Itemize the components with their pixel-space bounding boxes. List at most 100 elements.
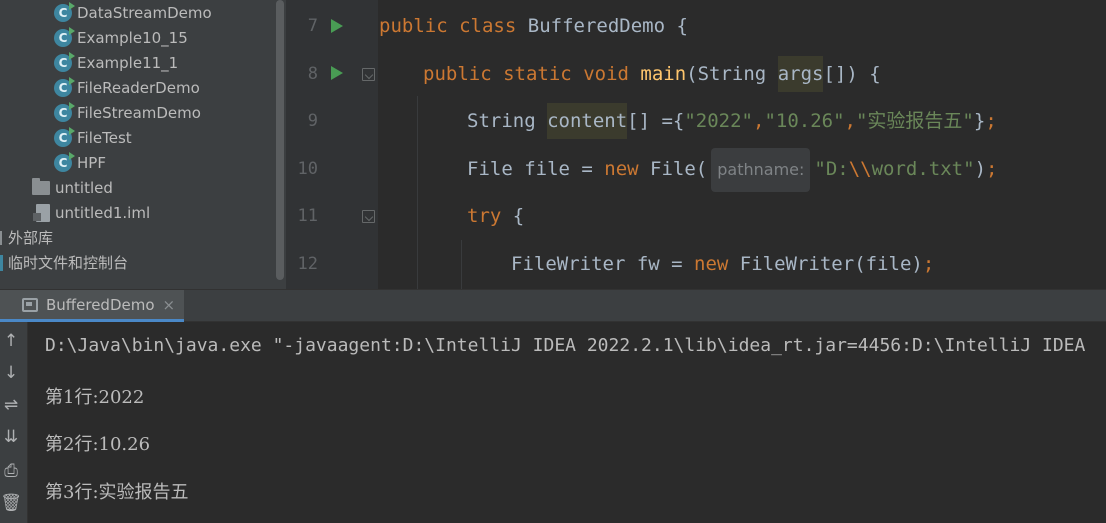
code-token: { [501,205,525,227]
tree-item-label: Example11_1 [77,53,179,72]
run-tab-buffereddemo[interactable]: BufferedDemo × [0,290,184,322]
string-literal: word.txt" [871,158,975,180]
console-output[interactable]: D:\Java\bin\java.exe "-javaagent:D:\Inte… [29,322,1106,523]
code-token: new [604,158,639,180]
code-token: { [676,15,688,37]
code-line-7: public class BufferedDemo { [379,2,688,50]
console-output-line: 第1行:2022 [45,387,145,408]
code-token: , [753,110,765,132]
fold-icon[interactable] [362,210,375,223]
code-token: void [583,63,629,85]
code-line-9: String content[] ={"2022","10.26","实验报告五… [467,97,997,145]
folder-icon [32,177,50,195]
code-token: ; [985,110,997,132]
line-number: 11 [297,206,318,226]
run-main-icon[interactable] [331,66,343,80]
console-icon [22,297,38,312]
code-token: FileWriter fw = [511,253,695,275]
escape-sequence: \\ [848,158,872,180]
tree-item-label: 外部库 [8,229,54,247]
code-token: , [844,110,856,132]
tree-item-hpf[interactable]: HPF [0,150,272,175]
code-token: new [694,253,729,275]
scroll-down-icon[interactable]: ↓ [0,362,22,384]
code-token: public [379,15,448,37]
java-class-icon [54,1,75,22]
run-tab-bar: BufferedDemo × [0,289,1106,322]
parameter-hint: pathname: [711,147,811,192]
tree-item-datastreamdemo[interactable]: DataStreamDemo [0,0,272,25]
code-line-8: public static void main(String args[]) { [423,50,881,98]
line-number: 9 [307,111,318,131]
code-token: [] ={ [627,110,685,132]
scroll-to-end-icon[interactable]: ⇊ [0,426,22,448]
soft-wrap-icon[interactable]: ⇌ [0,394,22,416]
tree-item-untitled1-iml[interactable]: untitled1.iml [0,200,272,225]
code-token: public [423,63,492,85]
code-token: []) { [823,63,881,85]
code-token: (String [686,63,778,85]
code-token: BufferedDemo [527,15,666,37]
code-token: String [467,110,548,132]
java-class-icon [54,51,75,72]
line-number: 7 [307,16,318,36]
run-tab-label: BufferedDemo [46,295,155,314]
java-class-icon [54,151,75,172]
string-literal: "2022" [684,110,753,132]
tree-scrollbar[interactable] [276,0,284,280]
project-tree-panel: DataStreamDemo Example10_15 Example11_1 … [0,0,286,289]
tree-item-label: untitled [55,178,113,197]
tree-item-label: untitled1.iml [55,203,151,222]
tree-item-filereaderdemo[interactable]: FileReaderDemo [0,75,272,100]
code-line-10: File file = new File(pathname: "D:\\word.… [467,145,997,193]
code-token-highlighted: args [777,56,824,92]
tree-item-label: Example10_15 [77,28,188,47]
scroll-up-icon[interactable]: ↑ [0,330,22,352]
string-literal: "10.26" [764,110,845,132]
code-token: } [973,110,986,132]
tree-item-label: 临时文件和控制台 [8,254,129,272]
line-number: 8 [307,64,318,84]
string-literal: "实验报告五" [855,110,974,132]
tree-item-external-libraries[interactable]: 外部库 [0,225,272,250]
string-literal: "D: [814,158,849,180]
indent-guide [461,240,462,289]
code-editor[interactable]: 7 8 9 10 11 12 public class BufferedDemo… [286,0,1106,289]
tree-item-label: DataStreamDemo [77,3,212,22]
code-line-11: try { [467,192,524,240]
trash-icon[interactable]: 🗑 [0,492,22,514]
code-token: File file = [467,158,605,180]
code-token: ) [974,158,987,180]
tree-item-label: FileTest [77,128,132,147]
tree-item-label: FileReaderDemo [77,78,200,97]
close-icon[interactable]: × [163,296,176,314]
editor-gutter: 7 8 9 10 11 12 [286,0,378,289]
module-file-icon [33,203,50,222]
scratch-icon [0,254,4,271]
tree-item-untitled-folder[interactable]: untitled [0,175,272,200]
console-output-line: 第3行:实验报告五 [45,482,189,503]
code-token: main [640,63,687,85]
print-icon[interactable]: ⎙ [0,460,22,482]
fold-icon[interactable] [362,68,375,81]
code-token: ; [986,158,998,180]
tree-item-label: HPF [77,153,106,172]
tree-item-filetest[interactable]: FileTest [0,125,272,150]
run-class-icon[interactable] [331,19,343,33]
code-token: class [459,15,517,37]
code-token: try [467,205,502,227]
tree-item-label: FileStreamDemo [77,103,201,122]
tree-item-scratches-consoles[interactable]: 临时文件和控制台 [0,250,272,275]
java-class-icon [54,126,75,147]
java-class-icon [54,76,75,97]
java-class-icon [54,26,75,47]
run-toolbar: ↑ ↓ ⇌ ⇊ ⎙ 🗑 [0,322,28,523]
tree-item-example10-15[interactable]: Example10_15 [0,25,272,50]
code-token-highlighted: content [547,103,628,139]
console-output-line: 第2行:10.26 [45,434,151,455]
code-token: FileWriter(file) [728,253,923,275]
code-line-12: FileWriter fw = new FileWriter(file); [511,240,934,288]
tree-item-example11-1[interactable]: Example11_1 [0,50,272,75]
console-command-line: D:\Java\bin\java.exe "-javaagent:D:\Inte… [45,335,1086,356]
tree-item-filestreamdemo[interactable]: FileStreamDemo [0,100,272,125]
